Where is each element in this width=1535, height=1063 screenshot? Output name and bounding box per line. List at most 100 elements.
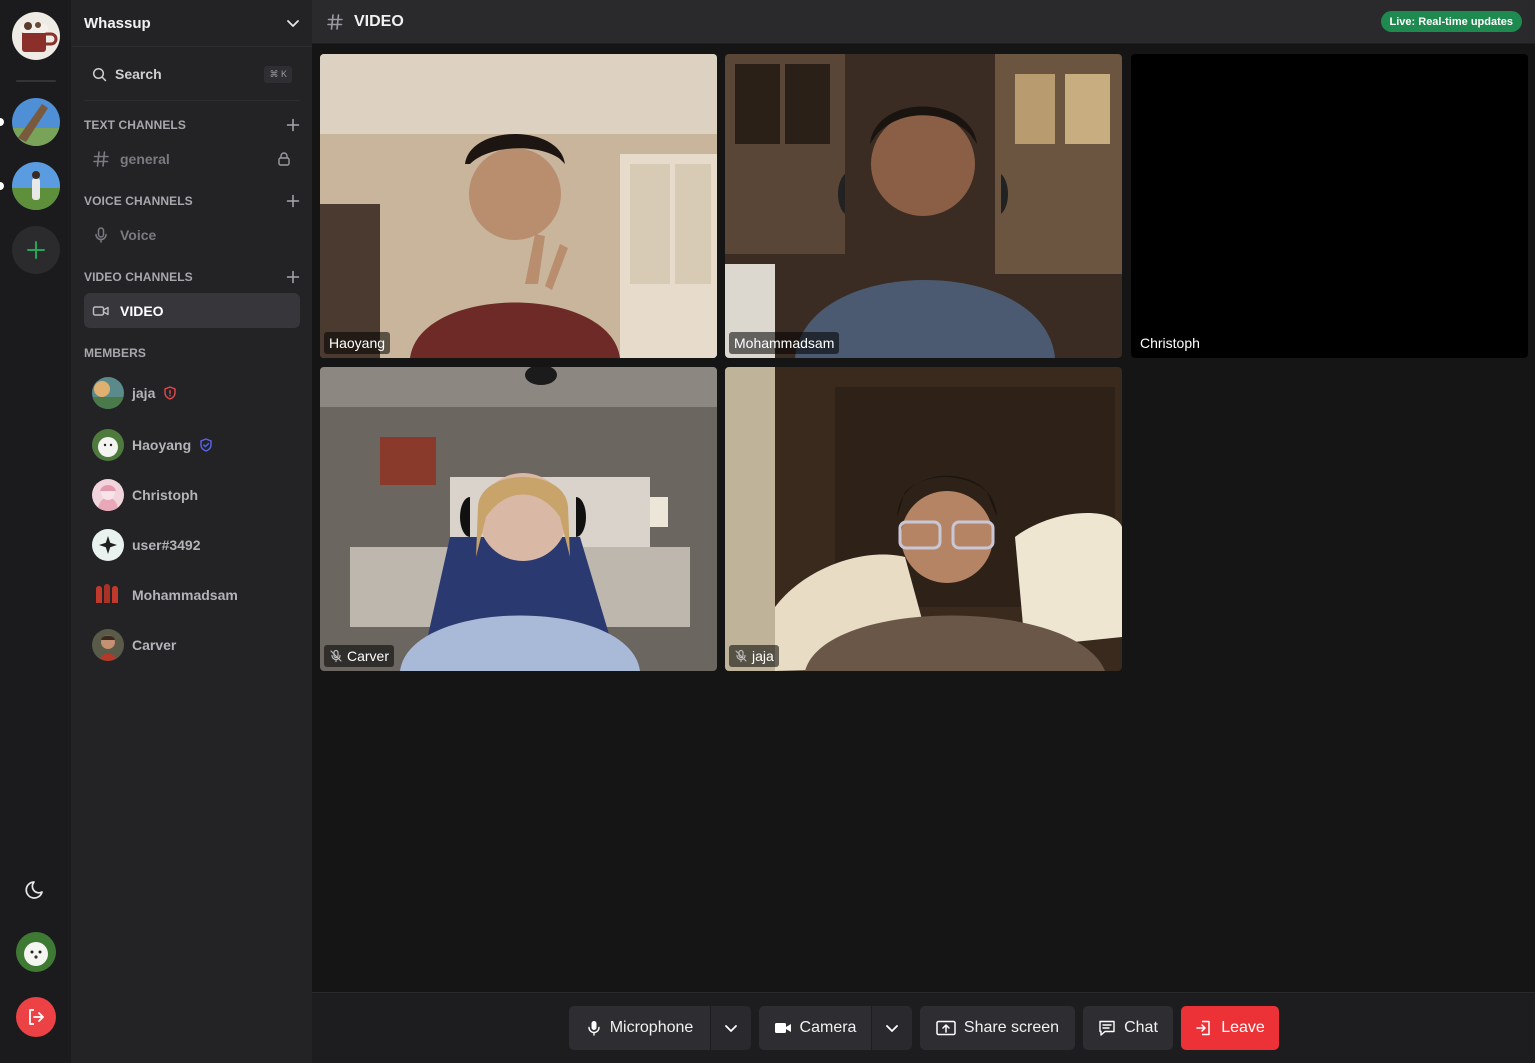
video-tile-haoyang[interactable]: Haoyang [320,54,717,358]
video-camera-icon [92,305,109,316]
rail-separator [16,80,56,82]
channel-label: Voice [120,226,157,243]
channel-sidebar: Whassup Search ⌘ K TEXT CHANNELS general… [72,0,312,1063]
chevron-down-icon [287,20,299,27]
current-user-avatar[interactable] [16,932,56,972]
camera-button[interactable]: Camera [759,1006,871,1050]
avatar [92,529,124,561]
leave-button[interactable]: Leave [1181,1006,1279,1050]
microphone-options-button[interactable] [710,1006,751,1050]
mic-muted-icon [330,649,342,663]
member-carver[interactable]: Carver [92,628,176,662]
unread-indicator [0,118,4,126]
leave-icon [1196,1020,1210,1036]
channel-topbar: VIDEO Live: Real-time updates [312,0,1535,44]
avatar [92,429,124,461]
logout-icon [29,1009,44,1025]
member-name: Carver [132,637,177,653]
video-tile-carver[interactable]: Carver [320,367,717,671]
logout-button[interactable] [16,997,56,1037]
members-header: MEMBERS [84,345,300,361]
microphone-icon [587,1021,600,1036]
participant-label: Christoph [1135,332,1205,354]
add-channel-icon[interactable] [286,118,300,132]
add-channel-icon[interactable] [286,270,300,284]
share-screen-button[interactable]: Share screen [920,1006,1075,1050]
chat-button[interactable]: Chat [1083,1006,1173,1050]
search-shortcut: ⌘ K [264,65,292,83]
server-rail [0,0,72,1063]
server-icon-field[interactable] [12,162,60,210]
app-window: Whassup Search ⌘ K TEXT CHANNELS general… [0,0,1535,1063]
member-user3492[interactable]: user#3492 [92,528,201,562]
unread-indicator [0,182,4,190]
avatar [92,377,124,409]
video-feed [725,367,1122,671]
member-mohammadsam[interactable]: Mohammadsam [92,578,238,612]
hash-icon [93,150,109,167]
share-screen-label: Share screen [963,1019,1060,1036]
share-screen-icon [936,1020,956,1036]
avatar [92,629,124,661]
section-title: VOICE CHANNELS [84,194,193,208]
moon-icon [25,881,43,899]
theme-toggle-button[interactable] [24,877,48,901]
video-tile-jaja[interactable]: jaja [725,367,1122,671]
shield-check-icon [200,438,212,452]
channel-general[interactable]: general [84,141,300,176]
server-icon-sky[interactable] [12,98,60,146]
lock-icon [278,151,290,166]
member-name: Christoph [132,487,199,503]
participant-label: Haoyang [324,332,391,354]
member-haoyang[interactable]: Haoyang [92,428,213,462]
participant-name: Mohammadsam [734,335,835,351]
camera-options-button[interactable] [871,1006,912,1050]
video-tile-mohammadsam[interactable]: Mohammadsam [725,54,1122,358]
participant-label: jaja [729,645,779,667]
avatar [92,579,124,611]
channel-label: general [120,150,170,167]
add-channel-icon[interactable] [286,194,300,208]
chevron-down-icon [886,1025,898,1032]
participant-name: jaja [752,648,774,664]
video-tile-christoph[interactable]: Christoph [1131,54,1528,358]
channel-video[interactable]: VIDEO [84,293,300,328]
chat-label: Chat [1124,1019,1158,1036]
section-title: VIDEO CHANNELS [84,270,193,284]
divider [84,100,300,101]
search-button[interactable]: Search ⌘ K [84,58,300,90]
participant-label: Carver [324,645,395,667]
microphone-label: Microphone [609,1019,694,1036]
add-server-button[interactable] [12,226,60,274]
channel-voice[interactable]: Voice [84,217,300,252]
section-title: TEXT CHANNELS [84,118,186,132]
channel-label: VIDEO [120,302,164,319]
participant-name: Carver [347,648,390,664]
search-label: Search [115,66,162,82]
server-header[interactable]: Whassup [72,0,312,47]
mic-muted-icon [735,649,747,663]
leave-label: Leave [1221,1019,1265,1036]
plus-icon [27,241,45,259]
chat-icon [1099,1020,1115,1036]
section-title: MEMBERS [84,346,147,360]
member-jaja[interactable]: jaja [92,376,177,410]
hash-icon [327,13,343,30]
search-icon [92,67,107,81]
member-name: jaja [132,385,156,401]
server-name: Whassup [84,14,151,32]
chevron-down-icon [725,1025,737,1032]
video-feed [320,367,717,671]
call-controls: Microphone Camera Share screen Chat Leav… [312,992,1535,1063]
microphone-icon [95,226,107,243]
microphone-button[interactable]: Microphone [569,1006,710,1050]
member-name: user#3492 [132,537,201,553]
member-name: Mohammadsam [132,587,238,603]
member-name: Haoyang [132,437,192,453]
shield-icon [164,386,177,400]
text-channels-header: TEXT CHANNELS [84,117,300,133]
live-status-badge: Live: Real-time updates [1380,11,1522,32]
server-icon-whassup[interactable] [12,12,60,60]
member-christoph[interactable]: Christoph [92,478,198,512]
video-feed [725,54,1122,358]
